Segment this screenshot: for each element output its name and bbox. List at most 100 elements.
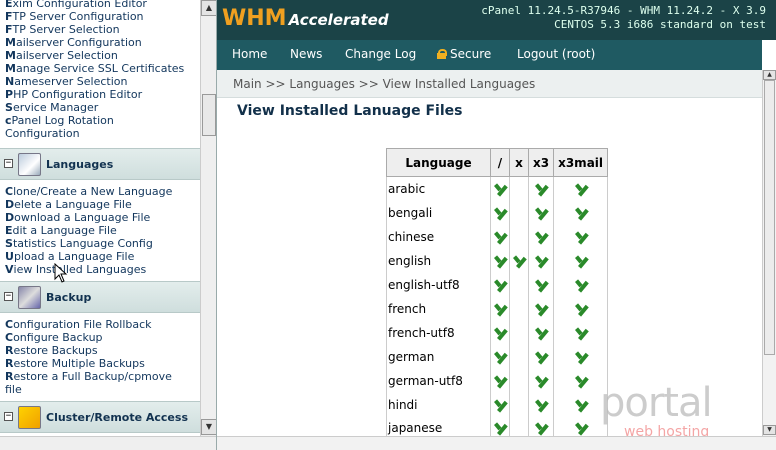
- sidebar-link[interactable]: Edit a Language File: [0, 224, 200, 237]
- checkmark-icon: [534, 254, 548, 265]
- table-row: german-utf8: [386, 368, 609, 393]
- installed-status-cell: [490, 320, 510, 345]
- sidebar-link[interactable]: Restore a Full Backup/cpmove: [0, 370, 200, 383]
- installed-status-cell: [527, 344, 555, 369]
- installed-status-cell: [527, 248, 555, 273]
- sidebar-link-accesskey: M: [5, 36, 16, 49]
- sidebar-link[interactable]: Configuration File Rollback: [0, 318, 200, 331]
- sidebar-link-accesskey: C: [5, 185, 14, 198]
- collapse-toggle-icon[interactable]: −: [4, 412, 13, 421]
- sidebar-section-languages[interactable]: − Languages: [0, 148, 200, 180]
- installed-status-cell: [553, 176, 609, 201]
- sidebar-section-cluster-remote-access[interactable]: − Cluster/Remote Access: [0, 401, 200, 433]
- sidebar-link-label: estore Multiple Backups: [13, 357, 145, 370]
- checkmark-icon: [534, 398, 548, 409]
- installed-status-cell: [490, 392, 510, 417]
- language-name-cell: arabic: [386, 176, 491, 201]
- installed-status-cell: [527, 176, 555, 201]
- installed-status-cell: [527, 392, 555, 417]
- installed-status-cell: [509, 296, 529, 321]
- sidebar-link-accesskey: N: [5, 75, 15, 88]
- collapse-toggle-icon[interactable]: −: [4, 159, 13, 168]
- sidebar-link[interactable]: Nameserver Selection: [0, 75, 200, 88]
- checkmark-icon: [493, 278, 507, 289]
- sidebar-link[interactable]: Mailserver Selection: [0, 49, 200, 62]
- nav-news-link[interactable]: News: [290, 47, 322, 61]
- breadcrumb-bar: Main >> Languages >> View Installed Lang…: [217, 70, 762, 98]
- sidebar-link-label: Configuration: [5, 127, 80, 140]
- main-horizontal-scrollbar[interactable]: [217, 436, 776, 450]
- nav-changelog-link[interactable]: Change Log: [345, 47, 416, 61]
- sidebar-link[interactable]: file: [0, 383, 200, 396]
- table-row: arabic: [386, 176, 609, 201]
- checkmark-icon: [493, 230, 507, 241]
- sidebar-link[interactable]: View Installed Languages: [0, 263, 200, 276]
- sidebar-link[interactable]: Download a Language File: [0, 211, 200, 224]
- sidebar-link[interactable]: cPanel Log Rotation: [0, 114, 200, 127]
- sidebar-link-label: estore a Full Backup/cpmove: [13, 370, 172, 383]
- sidebar-link[interactable]: Manage Service SSL Certificates: [0, 62, 200, 75]
- main-scroll-down-button[interactable]: ▼: [763, 425, 776, 435]
- scroll-thumb[interactable]: [202, 94, 216, 136]
- collapse-toggle-icon[interactable]: −: [4, 292, 13, 301]
- page-title: View Installed Lanuage Files: [237, 103, 463, 119]
- sidebar-link-label: ervice Manager: [12, 101, 99, 114]
- sidebar-link[interactable]: Statistics Language Config: [0, 237, 200, 250]
- sidebar-link[interactable]: Exim Configuration Editor: [0, 0, 200, 10]
- sidebar-horizontal-scrollbar[interactable]: [0, 436, 216, 450]
- scroll-up-button[interactable]: ▲: [201, 0, 216, 16]
- installed-languages-table: Language / x x3 x3mail arabic bengali chinese e…: [386, 148, 609, 441]
- sidebar-link[interactable]: FTP Server Selection: [0, 23, 200, 36]
- sidebar-link[interactable]: Restore Multiple Backups: [0, 357, 200, 370]
- installed-status-cell: [509, 224, 529, 249]
- nav-home-link[interactable]: Home: [232, 47, 267, 61]
- sidebar-link[interactable]: FTP Server Configuration: [0, 10, 200, 23]
- sidebar-section-backup[interactable]: − Backup: [0, 281, 200, 313]
- language-name-cell: french: [386, 296, 491, 321]
- checkmark-icon: [493, 206, 507, 217]
- sidebar-link-accesskey: F: [5, 10, 13, 23]
- scroll-down-button[interactable]: ▼: [201, 419, 216, 435]
- checkmark-icon: [534, 374, 548, 385]
- checkmark-icon: [574, 326, 588, 337]
- installed-status-cell: [553, 344, 609, 369]
- main-scroll-thumb[interactable]: [764, 80, 775, 355]
- table-body: arabic bengali chinese english english-utf8 f…: [386, 176, 609, 441]
- sidebar-link-accesskey: S: [5, 237, 13, 250]
- sidebar-section-label: Languages: [46, 158, 114, 171]
- version-line-2: CENTOS 5.3 i686 standard on test: [554, 18, 766, 31]
- checkmark-icon: [574, 350, 588, 361]
- sidebar-link[interactable]: Configuration: [0, 127, 200, 140]
- installed-status-cell: [509, 368, 529, 393]
- table-row: french: [386, 296, 609, 321]
- nav-logout-link[interactable]: Logout (root): [517, 47, 595, 61]
- sidebar-link[interactable]: PHP Configuration Editor: [0, 88, 200, 101]
- language-name-cell: bengali: [386, 200, 491, 225]
- column-header: /: [490, 148, 510, 177]
- sidebar-link[interactable]: Configure Backup: [0, 331, 200, 344]
- nav-secure-link[interactable]: Secure: [437, 47, 491, 61]
- installed-status-cell: [509, 200, 529, 225]
- sidebar-link-accesskey: P: [5, 88, 14, 101]
- sidebar-link[interactable]: Restore Backups: [0, 344, 200, 357]
- language-name-cell: french-utf8: [386, 320, 491, 345]
- sidebar-link[interactable]: Service Manager: [0, 101, 200, 114]
- sidebar-vertical-scrollbar[interactable]: ▲ ▼: [200, 0, 216, 436]
- backup-icon: [18, 286, 41, 309]
- sidebar-link-label: tatistics Language Config: [12, 237, 153, 250]
- sidebar-link[interactable]: Mailserver Configuration: [0, 36, 200, 49]
- sidebar-content: Exim Configuration Editor FTP Server Conf…: [0, 0, 200, 436]
- checkmark-icon: [493, 182, 507, 193]
- table-row: bengali: [386, 200, 609, 225]
- main-vertical-scrollbar[interactable]: ▲ ▼: [762, 70, 776, 436]
- cluster-icon: [18, 406, 41, 429]
- breadcrumb[interactable]: Main >> Languages >> View Installed Lang…: [233, 77, 535, 91]
- main-scroll-up-button[interactable]: ▲: [763, 70, 776, 80]
- sidebar-link[interactable]: Delete a Language File: [0, 198, 200, 211]
- checkmark-icon: [493, 398, 507, 409]
- installed-status-cell: [553, 224, 609, 249]
- sidebar-link[interactable]: Upload a Language File: [0, 250, 200, 263]
- installed-status-cell: [527, 200, 555, 225]
- sidebar-link[interactable]: Clone/Create a New Language: [0, 185, 200, 198]
- installed-status-cell: [527, 368, 555, 393]
